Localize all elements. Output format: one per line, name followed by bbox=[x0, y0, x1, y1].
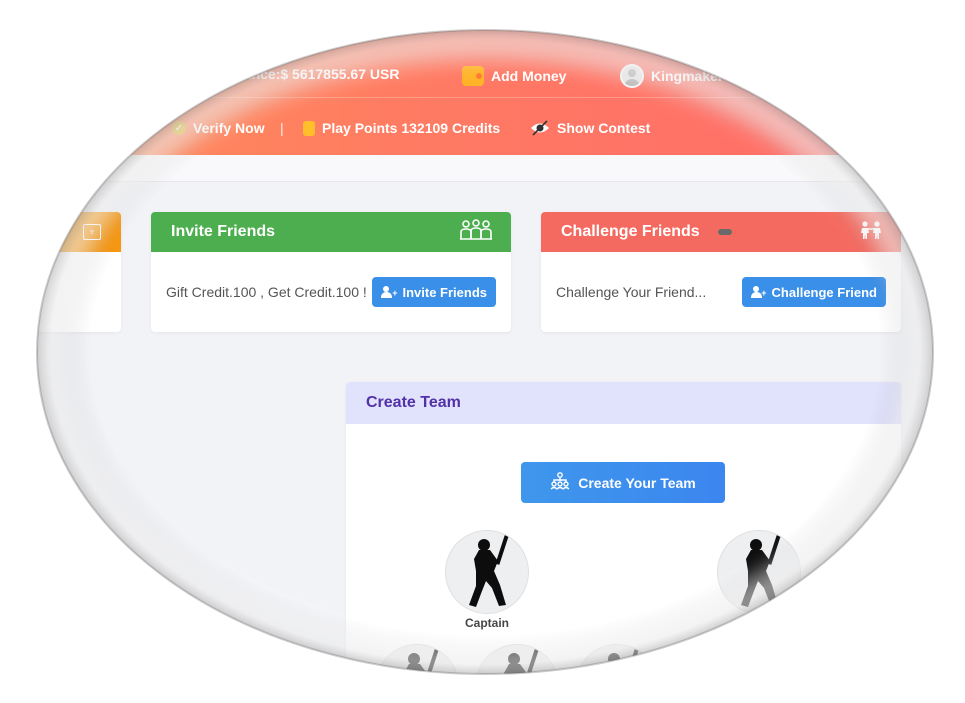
sub-navbar bbox=[0, 155, 965, 182]
add-money-link[interactable]: Add Money bbox=[462, 66, 566, 86]
invite-friends-card: Invite Friends Gift Credit.100 , Get Cre… bbox=[151, 212, 511, 332]
play-points-display: Play Points 132109 Credits bbox=[303, 120, 500, 136]
status-pill bbox=[718, 228, 733, 235]
user-menu[interactable]: Kingmaker bbox=[620, 64, 723, 88]
cricketer-icon bbox=[717, 530, 801, 614]
invite-card-text: Gift Credit.100 , Get Credit.100 ! bbox=[166, 284, 367, 300]
username-label: Kingmaker bbox=[651, 68, 724, 84]
create-your-team-button[interactable]: Create Your Team bbox=[521, 462, 725, 503]
vice-captain-slot[interactable]: Vice bbox=[717, 530, 801, 630]
invite-button-label: Invite Friends bbox=[402, 284, 487, 300]
balance-text: Balance:$ 5617855.67 USR bbox=[222, 66, 400, 82]
create-team-card: Create Team Create Your Team Captain Vic… bbox=[346, 382, 901, 703]
group-icon bbox=[459, 218, 493, 246]
cricketer-icon bbox=[445, 530, 529, 614]
show-contest-label: Show Contest bbox=[557, 120, 651, 136]
cricketer-icon bbox=[375, 644, 459, 703]
challenge-friend-button[interactable]: + Challenge Friend bbox=[741, 277, 886, 307]
user-avatar-icon bbox=[620, 64, 644, 88]
wallet-icon bbox=[462, 66, 484, 86]
app-page: Balance:$ 5617855.67 USR Add Money Kingm… bbox=[0, 0, 965, 703]
top-header: Balance:$ 5617855.67 USR Add Money Kingm… bbox=[0, 0, 965, 155]
play-points-label: Play Points 132109 Credits bbox=[322, 120, 501, 136]
team-icon bbox=[550, 472, 570, 493]
add-money-label: Add Money bbox=[491, 68, 567, 84]
verify-label: Verify Now bbox=[193, 120, 265, 136]
captain-label: Captain bbox=[464, 616, 509, 630]
challenge-friends-card: Challenge Friends Challenge Your Friend.… bbox=[541, 212, 901, 332]
create-team-header: Create Team bbox=[346, 382, 901, 424]
header-divider bbox=[150, 97, 850, 98]
user-plus-icon: + bbox=[381, 286, 397, 298]
challenge-card-title: Challenge Friends bbox=[561, 223, 700, 240]
vice-captain-label: Vice bbox=[746, 616, 772, 630]
player-slot[interactable] bbox=[375, 644, 459, 703]
invite-card-header: Invite Friends bbox=[151, 212, 511, 252]
user-plus-icon: + bbox=[750, 286, 767, 298]
challenge-card-text: Challenge Your Friend... bbox=[556, 284, 707, 300]
cricketer-icon bbox=[575, 644, 659, 703]
wallet-balance: Balance:$ 5617855.67 USR bbox=[222, 66, 399, 82]
coin-icon bbox=[303, 120, 315, 136]
create-team-title: Create Team bbox=[366, 394, 461, 411]
people-icon bbox=[859, 220, 883, 244]
check-circle-icon: ✓ bbox=[172, 121, 186, 135]
invite-card-title: Invite Friends bbox=[171, 223, 276, 240]
contest-card-header: ♆ bbox=[0, 212, 121, 252]
header-separator: | bbox=[280, 120, 284, 136]
cricketer-icon bbox=[475, 644, 559, 703]
challenge-button-label: Challenge Friend bbox=[771, 284, 877, 300]
show-contest-link[interactable]: Show Contest bbox=[530, 120, 650, 136]
player-slot[interactable] bbox=[575, 644, 659, 703]
verify-now-link[interactable]: ✓ Verify Now bbox=[172, 120, 265, 136]
contest-card: ♆ bbox=[0, 212, 121, 332]
captain-slot[interactable]: Captain bbox=[445, 530, 529, 630]
trophy-icon: ♆ bbox=[83, 224, 101, 240]
create-team-button-label: Create Your Team bbox=[578, 474, 696, 491]
eye-icon bbox=[530, 120, 550, 136]
challenge-card-header: Challenge Friends bbox=[541, 212, 901, 252]
player-slot[interactable] bbox=[475, 644, 559, 703]
invite-friends-button[interactable]: + Invite Friends bbox=[372, 277, 496, 307]
